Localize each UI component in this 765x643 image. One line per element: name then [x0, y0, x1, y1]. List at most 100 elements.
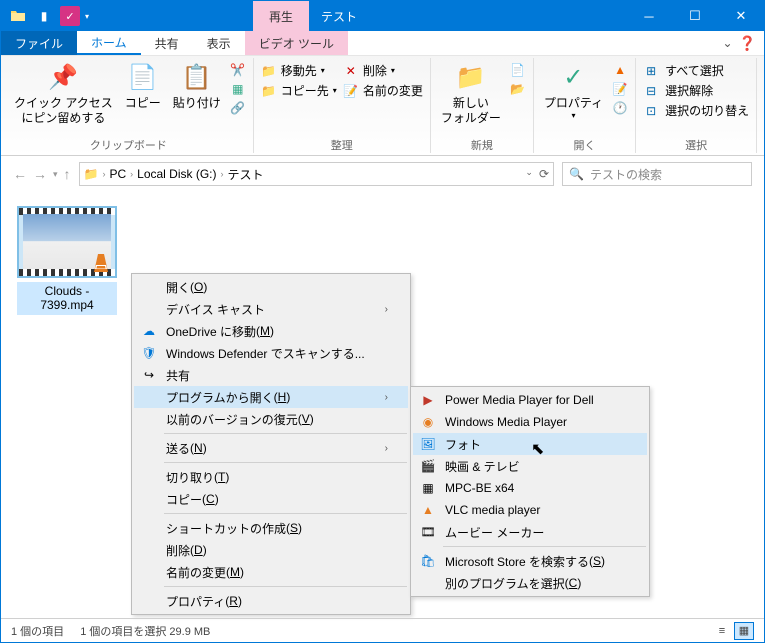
cm-separator [164, 513, 407, 514]
refresh-icon[interactable]: ⟳ [539, 167, 549, 181]
cm-send-to[interactable]: 送る(N)› [134, 437, 408, 459]
paste-shortcut-small[interactable]: 🔗 [230, 100, 246, 116]
pin-label-1: クイック アクセス [14, 96, 113, 111]
close-button[interactable]: ✕ [718, 1, 764, 31]
wmp-icon: ◉ [419, 413, 437, 431]
ow-pmp[interactable]: ▶Power Media Player for Dell [413, 389, 647, 411]
up-button[interactable]: ↑ [64, 166, 71, 182]
chevron-right-icon: › [385, 443, 388, 454]
history-small[interactable]: 🕐 [612, 100, 628, 116]
copy-to-icon: 📁 [261, 83, 277, 99]
edit-small[interactable]: 📝 [612, 81, 628, 97]
cm-delete[interactable]: 削除(D) [134, 539, 408, 561]
minimize-button[interactable]: ─ [626, 1, 672, 31]
cm-cut[interactable]: 切り取り(T) [134, 466, 408, 488]
crumb-pc[interactable]: PC [109, 167, 126, 181]
forward-button[interactable]: → [33, 166, 47, 182]
move-to-button[interactable]: 📁移動先▾ [261, 62, 337, 79]
cm-open[interactable]: 開く(O) [134, 276, 408, 298]
clipboard-small-col: ✂️ ▦ 🔗 [227, 60, 249, 118]
ribbon: 📌 クイック アクセス にピン留めする 📄 コピー 📋 貼り付け ✂️ ▦ 🔗 … [1, 56, 764, 156]
icons-view-button[interactable]: ▦ [734, 622, 754, 640]
new-folder-button[interactable]: 📁 新しい フォルダー [435, 60, 507, 128]
view-tab[interactable]: 表示 [193, 31, 245, 55]
search-placeholder: テストの検索 [590, 166, 662, 183]
cm-onedrive[interactable]: ☁OneDrive に移動(M) [134, 320, 408, 342]
view-switcher: ≡ ▦ [712, 622, 754, 640]
organize-group: 📁移動先▾ 📁コピー先▾ ✕削除▾ 📝名前の変更 整理 [254, 58, 431, 153]
qat-dropdown-icon[interactable]: ▾ [85, 12, 89, 21]
vlc-overlay-icon [89, 252, 113, 276]
video-tools-tab[interactable]: ビデオ ツール [245, 31, 348, 55]
open-small[interactable]: ▲ [612, 62, 628, 78]
select-none-button[interactable]: ⊟選択解除 [643, 82, 749, 99]
cm-properties[interactable]: プロパティ(R) [134, 590, 408, 612]
cm-shortcut[interactable]: ショートカットの作成(S) [134, 517, 408, 539]
ribbon-right: ⌄ ❓ [723, 31, 765, 55]
cm-defender[interactable]: 🛡Windows Defender でスキャンする... [134, 342, 408, 364]
copy-button[interactable]: 📄 コピー [119, 60, 167, 113]
share-tab[interactable]: 共有 [141, 31, 193, 55]
cm-separator [164, 433, 407, 434]
status-bar: 1 個の項目 1 個の項目を選択 29.9 MB ≡ ▦ [1, 618, 764, 642]
ow-photo[interactable]: 🖼フォト [413, 433, 647, 455]
help-icon[interactable]: ❓ [739, 35, 756, 52]
cm-separator [443, 546, 646, 547]
home-tab[interactable]: ホーム [77, 31, 141, 55]
ow-other[interactable]: 別のプログラムを選択(C) [413, 572, 647, 594]
defender-icon: 🛡 [140, 344, 158, 362]
check-icon[interactable]: ✓ [60, 6, 80, 26]
address-bar[interactable]: 📁 › PC › Local Disk (G:) › テスト ⌄ ⟳ [79, 162, 554, 186]
cm-restore[interactable]: 以前のバージョンの復元(V) [134, 408, 408, 430]
paste-button[interactable]: 📋 貼り付け [167, 60, 227, 113]
crumb-drive[interactable]: Local Disk (G:) [137, 167, 216, 181]
cut-small[interactable]: ✂️ [230, 62, 246, 78]
copy-icon: 📄 [127, 62, 159, 94]
select-all-button[interactable]: ⊞すべて選択 [643, 62, 749, 79]
cm-copy[interactable]: コピー(C) [134, 488, 408, 510]
crumb-folder[interactable]: テスト [228, 166, 264, 183]
back-button[interactable]: ← [13, 166, 27, 182]
delete-button[interactable]: ✕削除▾ [343, 62, 423, 79]
maximize-button[interactable]: ☐ [672, 1, 718, 31]
file-tab[interactable]: ファイル [1, 31, 77, 55]
copy-to-button[interactable]: 📁コピー先▾ [261, 82, 337, 99]
new-group: 📁 新しい フォルダー 📄 📂 新規 [431, 58, 534, 153]
cm-open-with[interactable]: プログラムから開く(H)› [134, 386, 408, 408]
ow-movie-maker[interactable]: 🎞ムービー メーカー [413, 521, 647, 543]
nav-arrows: ← → ▾ ↑ [13, 166, 71, 182]
crumb-sep: › [221, 169, 224, 179]
file-item[interactable]: Clouds - 7399.mp4 [17, 206, 117, 315]
window-title: テスト [309, 1, 626, 31]
cm-share[interactable]: ↪共有 [134, 364, 408, 386]
copy-path-small[interactable]: ▦ [230, 81, 246, 97]
ow-mpc[interactable]: ▦MPC-BE x64 [413, 477, 647, 499]
cm-rename[interactable]: 名前の変更(M) [134, 561, 408, 583]
ribbon-tabs: ファイル ホーム 共有 表示 ビデオ ツール ⌄ ❓ [1, 31, 764, 56]
invert-selection-button[interactable]: ⊡選択の切り替え [643, 102, 749, 119]
ow-vlc[interactable]: ▲VLC media player [413, 499, 647, 521]
properties-button[interactable]: ✓ プロパティ ▾ [538, 60, 609, 123]
cm-cast[interactable]: デバイス キャスト› [134, 298, 408, 320]
pin-button[interactable]: 📌 クイック アクセス にピン留めする [8, 60, 119, 128]
title-bar: ▮ ✓ ▾ 再生 テスト ─ ☐ ✕ [1, 1, 764, 31]
crumb-sep: › [130, 169, 133, 179]
select-group-label: 選択 [640, 135, 752, 153]
ow-movies-tv[interactable]: 🎬映画 & テレビ [413, 455, 647, 477]
new-item-small[interactable]: 📄 [510, 62, 526, 78]
rename-icon: 📝 [343, 83, 359, 99]
details-view-button[interactable]: ≡ [712, 622, 732, 640]
select-all-icon: ⊞ [643, 63, 659, 79]
rename-button[interactable]: 📝名前の変更 [343, 82, 423, 99]
collapse-ribbon-icon[interactable]: ⌄ [723, 36, 733, 50]
properties-icon: ✓ [557, 62, 589, 94]
navigation-bar: ← → ▾ ↑ 📁 › PC › Local Disk (G:) › テスト ⌄… [1, 156, 764, 192]
addr-dropdown-icon[interactable]: ⌄ [525, 167, 533, 181]
store-icon: 🛍 [419, 552, 437, 570]
ow-store[interactable]: 🛍Microsoft Store を検索する(S) [413, 550, 647, 572]
ow-wmp[interactable]: ◉Windows Media Player [413, 411, 647, 433]
recent-dropdown[interactable]: ▾ [53, 169, 58, 180]
selection-info: 1 個の項目を選択 29.9 MB [80, 623, 210, 639]
search-box[interactable]: 🔍 テストの検索 [562, 162, 752, 186]
easy-access-small[interactable]: 📂 [510, 81, 526, 97]
